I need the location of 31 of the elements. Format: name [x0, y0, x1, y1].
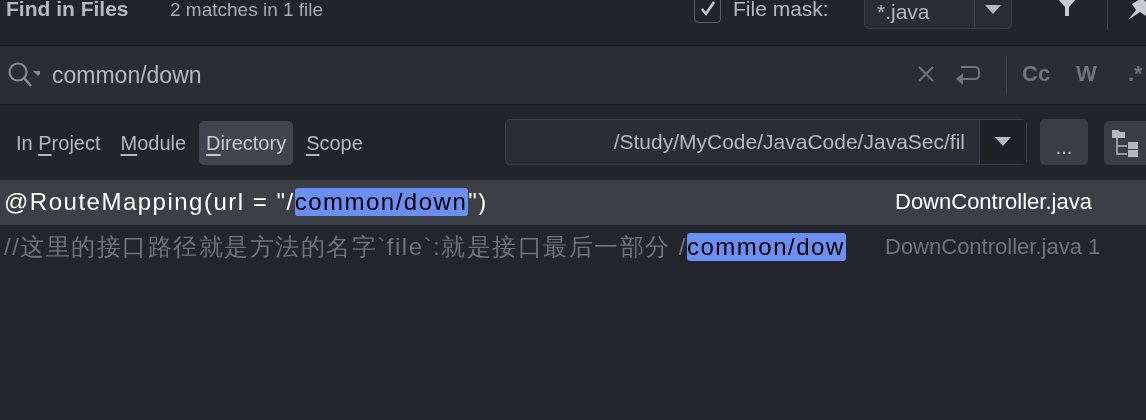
check-icon [698, 0, 717, 18]
match-summary: 2 matches in 1 file [170, 0, 324, 22]
checkbox[interactable] [694, 0, 721, 23]
file-name: DownController.java 1 [885, 233, 1101, 261]
search-field[interactable]: common/down [52, 57, 872, 93]
clear-icon[interactable] [918, 66, 934, 82]
search-bar[interactable]: common/down Cc W .* [0, 46, 1146, 105]
scope-tab[interactable]: Module [113, 120, 194, 165]
field-label: File mask: [733, 0, 829, 22]
dropdown-arrow-icon [985, 4, 1001, 15]
file-mask-dropdown[interactable]: *.java [864, 0, 1012, 29]
directory-dropdown[interactable]: /Study/MyCode/JavaCode/JavaSec/fil [505, 119, 1027, 165]
browse-button[interactable]: ... [1040, 119, 1088, 165]
result-row[interactable]: @RouteMapping(url = "/common/down") DownController.java [0, 180, 1146, 225]
tree-view-button[interactable] [1104, 121, 1146, 165]
dropdown-arrow-icon [995, 137, 1011, 147]
search-match: common/dow [687, 233, 846, 261]
scope-tab[interactable]: In Project [9, 120, 108, 165]
pin-icon[interactable] [1128, 0, 1146, 20]
filter-icon[interactable] [1057, 0, 1077, 16]
file-name: DownController.java [895, 188, 1092, 216]
search-icon[interactable] [6, 61, 40, 89]
newline-icon[interactable] [955, 63, 981, 87]
code-text: ") [468, 188, 488, 216]
scope-tab[interactable]: Scope [299, 120, 370, 165]
folder-tree-icon [1111, 128, 1141, 158]
scope-tab[interactable]: Directory [199, 120, 294, 165]
code-text: //这里的接口路径就是方法的名字`file`:就是接口最后一部分 / [4, 233, 687, 261]
search-match: common/down [294, 188, 469, 216]
code-text: @RouteMapping(url = "/ [4, 188, 295, 216]
dialog-title: Find in Files [6, 0, 129, 22]
